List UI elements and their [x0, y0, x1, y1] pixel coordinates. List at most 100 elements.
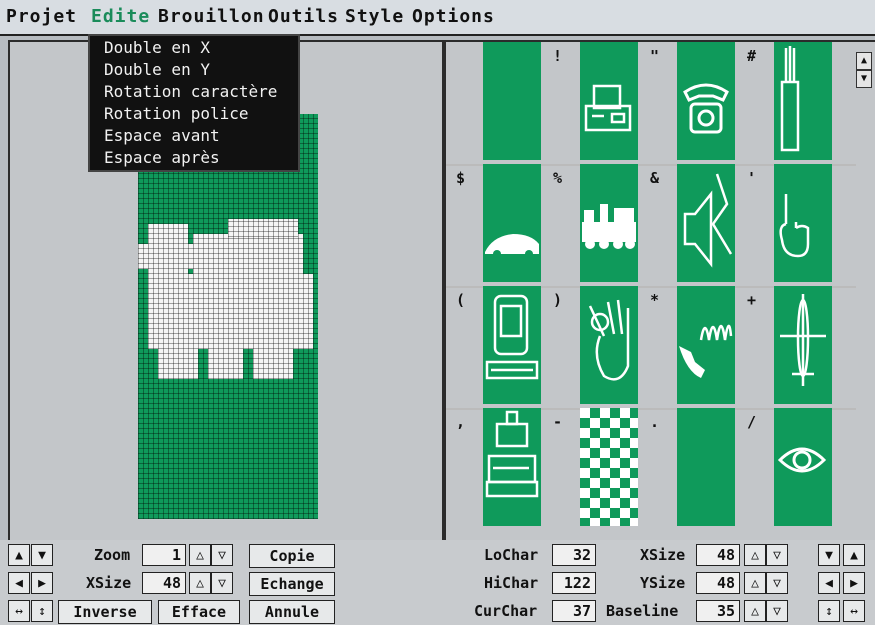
glyph-cell[interactable]: -	[543, 408, 640, 529]
pixel-block	[228, 219, 298, 237]
flip-vertical-right-icon[interactable]: ↕	[818, 600, 840, 622]
baseline-decrement-icon[interactable]: ▽	[766, 600, 788, 622]
ysize-value[interactable]: 48	[696, 572, 740, 594]
glyph-grid-panel[interactable]: ! " # $ % & ' () * + , - . / ▲ ▼	[444, 40, 875, 542]
ysize-increment-icon[interactable]: △	[744, 572, 766, 594]
glyph-char: ,	[456, 413, 466, 431]
baseline-increment-icon[interactable]: △	[744, 600, 766, 622]
zoom-decrement-icon[interactable]: ▽	[211, 544, 233, 566]
menu-item-rotation-police[interactable]: Rotation police	[104, 104, 249, 123]
glyph-cell[interactable]: /	[737, 408, 834, 529]
arrow-right-icon[interactable]: ▶	[31, 572, 53, 594]
baseline-label: Baseline	[606, 602, 679, 620]
hand-ok-icon	[580, 286, 638, 404]
glyph-cell[interactable]: .	[640, 408, 737, 529]
glyph-char: "	[650, 47, 660, 65]
flip-horizontal-icon[interactable]: ↔	[8, 600, 30, 622]
glyph-char: %	[553, 169, 563, 187]
glyph-cell[interactable]: ,	[446, 408, 543, 529]
menu-brouillon[interactable]: Brouillon	[158, 6, 265, 27]
annule-button[interactable]: Annule	[249, 600, 335, 624]
checkerboard-icon	[580, 408, 638, 526]
glyph-cell[interactable]: )	[543, 286, 640, 407]
glyph-cell[interactable]: '	[737, 164, 834, 285]
arrow-down-right-icon[interactable]: ▼	[818, 544, 840, 566]
pixel-block	[193, 234, 303, 279]
pixel-block	[138, 244, 198, 269]
glyph-char: '	[747, 169, 757, 187]
pixel-block	[208, 349, 243, 379]
brush-icon	[774, 42, 832, 160]
echange-button[interactable]: Echange	[249, 572, 335, 596]
menu-outils[interactable]: Outils	[268, 6, 339, 27]
eye-icon	[774, 408, 832, 526]
glyph-char: #	[747, 47, 757, 65]
menu-options[interactable]: Options	[412, 6, 495, 27]
glyph-cell[interactable]: !	[543, 42, 640, 163]
zoom-increment-icon[interactable]: △	[189, 544, 211, 566]
glyph-cell[interactable]	[446, 42, 543, 163]
glyph-char: /	[747, 413, 757, 431]
flip-vertical-icon[interactable]: ↕	[31, 600, 53, 622]
xsize-increment-icon[interactable]: △	[189, 572, 211, 594]
arrow-up-icon[interactable]: ▲	[8, 544, 30, 566]
glyph-char: .	[650, 413, 660, 431]
xsize-value-left[interactable]: 48	[142, 572, 186, 594]
arrow-left-right-icon[interactable]: ◀	[818, 572, 840, 594]
curchar-label: CurChar	[474, 602, 538, 620]
glyph-cell[interactable]: +	[737, 286, 834, 407]
menu-item-espace-apres[interactable]: Espace après	[104, 148, 220, 167]
flip-horizontal-right-icon[interactable]: ↔	[843, 600, 865, 622]
glyph-char: $	[456, 169, 466, 187]
menu-item-double-x[interactable]: Double en X	[104, 38, 210, 57]
efface-button[interactable]: Efface	[158, 600, 240, 624]
glyph-char: !	[553, 47, 563, 65]
glyph-cell[interactable]: #	[737, 42, 834, 163]
printer-icon	[580, 42, 638, 160]
speaker-icon	[677, 164, 735, 282]
zoom-value[interactable]: 1	[142, 544, 186, 566]
glyph-cell[interactable]: %	[543, 164, 640, 285]
glyph-char: +	[747, 291, 757, 309]
xsize-right-increment-icon[interactable]: △	[744, 544, 766, 566]
inverse-button[interactable]: Inverse	[58, 600, 152, 624]
menu-style[interactable]: Style	[345, 6, 404, 27]
pixel-block	[253, 349, 293, 379]
menu-item-espace-avant[interactable]: Espace avant	[104, 126, 220, 145]
baseline-value[interactable]: 35	[696, 600, 740, 622]
phone-ringing-icon	[677, 286, 735, 404]
glyph-char: *	[650, 291, 660, 309]
lochar-value[interactable]: 32	[552, 544, 596, 566]
menu-item-double-y[interactable]: Double en Y	[104, 60, 210, 79]
telephone-icon	[677, 42, 735, 160]
scroll-down-arrow-icon[interactable]: ▼	[856, 70, 872, 88]
pixel-grid[interactable]	[138, 114, 318, 519]
ysize-decrement-icon[interactable]: ▽	[766, 572, 788, 594]
glyph-cell[interactable]: &	[640, 164, 737, 285]
arrow-left-icon[interactable]: ◀	[8, 572, 30, 594]
curchar-value[interactable]: 37	[552, 600, 596, 622]
glyph-cell[interactable]: $	[446, 164, 543, 285]
arrow-down-icon[interactable]: ▼	[31, 544, 53, 566]
scroll-up-arrow-icon[interactable]: ▲	[856, 52, 872, 70]
pixel-block	[158, 349, 198, 379]
glyph-cell[interactable]: *	[640, 286, 737, 407]
copie-button[interactable]: Copie	[249, 544, 335, 568]
xsize-value-right[interactable]: 48	[696, 544, 740, 566]
lochar-label: LoChar	[484, 546, 539, 564]
hand-pointing-icon	[774, 164, 832, 282]
menu-edite[interactable]: Edite	[91, 6, 150, 27]
airplane-icon	[774, 286, 832, 404]
xsize-right-decrement-icon[interactable]: ▽	[766, 544, 788, 566]
hichar-value[interactable]: 122	[552, 572, 596, 594]
train-icon	[580, 164, 638, 282]
car-icon	[483, 164, 541, 282]
arrow-right-right-icon[interactable]: ▶	[843, 572, 865, 594]
control-panel: ▲ ▼ ◀ ▶ ↔ ↕ Zoom 1 △ ▽ XSize 48 △ ▽ Inve…	[0, 540, 875, 625]
menu-projet[interactable]: Projet	[6, 6, 77, 27]
menu-item-rotation-caractere[interactable]: Rotation caractère	[104, 82, 277, 101]
xsize-decrement-icon[interactable]: ▽	[211, 572, 233, 594]
arrow-up-right-icon[interactable]: ▲	[843, 544, 865, 566]
glyph-cell[interactable]: "	[640, 42, 737, 163]
glyph-cell[interactable]: (	[446, 286, 543, 407]
